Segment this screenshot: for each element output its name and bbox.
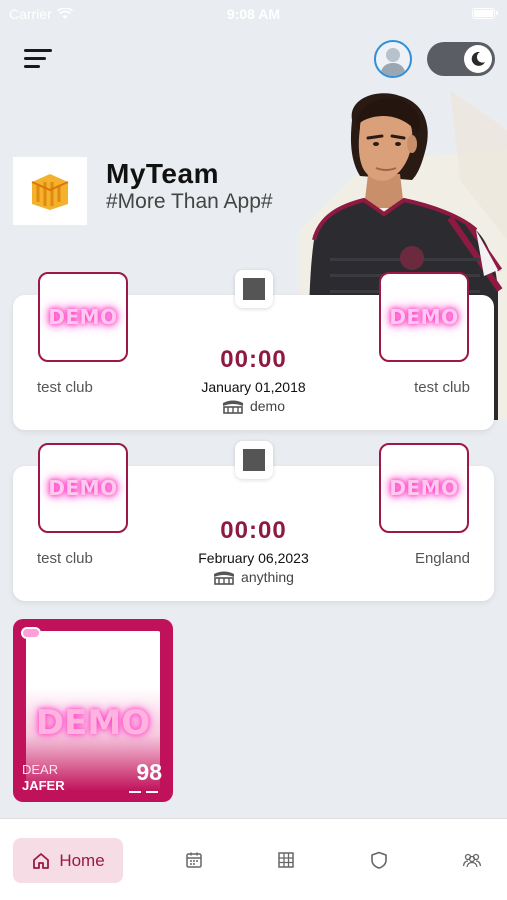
nav-table-button[interactable] [275, 849, 297, 871]
nav-team-button[interactable] [461, 849, 483, 871]
match-venue: demo [13, 398, 494, 414]
badge-label: DEMO [389, 305, 459, 329]
match-venue: anything [13, 569, 494, 585]
player-card-badge: DEMO [35, 703, 151, 743]
menu-line-icon [24, 57, 46, 60]
player-card-flag-icon [21, 627, 41, 639]
player-card[interactable]: DEMO DEAR JAFER 98 [13, 619, 173, 802]
match-status-button[interactable] [235, 441, 273, 479]
home-team-badge[interactable]: DEMO [38, 443, 128, 533]
status-time: 9:08 AM [226, 6, 281, 22]
stadium-icon [214, 571, 235, 585]
badge-label: DEMO [48, 476, 118, 500]
venue-label: demo [249, 398, 286, 414]
stop-icon [243, 449, 265, 471]
shield-icon [371, 851, 387, 869]
team-icon [462, 853, 482, 868]
stadium-icon [222, 400, 243, 414]
logo-icon [31, 174, 69, 210]
page-subtitle: #More Than App# [106, 190, 273, 213]
nav-home-label: Home [59, 850, 105, 870]
match-date: January 01,2018 [201, 379, 306, 395]
player-card-divider [129, 791, 158, 793]
player-rating: 98 [136, 759, 162, 785]
stop-icon [243, 278, 265, 300]
page-title: MyTeam [106, 158, 219, 189]
toggle-knob [464, 45, 492, 73]
bottom-nav: Home [0, 818, 507, 900]
menu-line-icon [24, 65, 40, 68]
status-bar: Carrier 9:08 AM [0, 0, 507, 28]
home-team-badge[interactable]: DEMO [38, 272, 128, 362]
moon-icon [471, 51, 485, 66]
nav-club-button[interactable] [368, 849, 390, 871]
team-logo [13, 157, 87, 225]
menu-button[interactable] [24, 47, 54, 71]
avatar[interactable] [374, 40, 412, 78]
home-icon [33, 852, 50, 869]
venue-label: anything [241, 569, 294, 585]
menu-line-icon [24, 49, 52, 52]
nav-calendar-button[interactable] [183, 849, 205, 871]
player-first-name: DEAR [22, 762, 59, 777]
battery-icon [472, 8, 498, 19]
theme-toggle[interactable] [427, 42, 495, 76]
badge-label: DEMO [48, 305, 118, 329]
match-status-button[interactable] [235, 270, 273, 308]
user-icon [380, 48, 406, 76]
away-team-badge[interactable]: DEMO [379, 443, 469, 533]
match-date: February 06,2023 [198, 550, 309, 566]
table-icon [278, 852, 294, 868]
away-team-badge[interactable]: DEMO [379, 272, 469, 362]
nav-home-button[interactable]: Home [13, 838, 123, 883]
calendar-icon [186, 852, 202, 868]
player-last-name: JAFER [22, 778, 65, 793]
badge-label: DEMO [389, 476, 459, 500]
